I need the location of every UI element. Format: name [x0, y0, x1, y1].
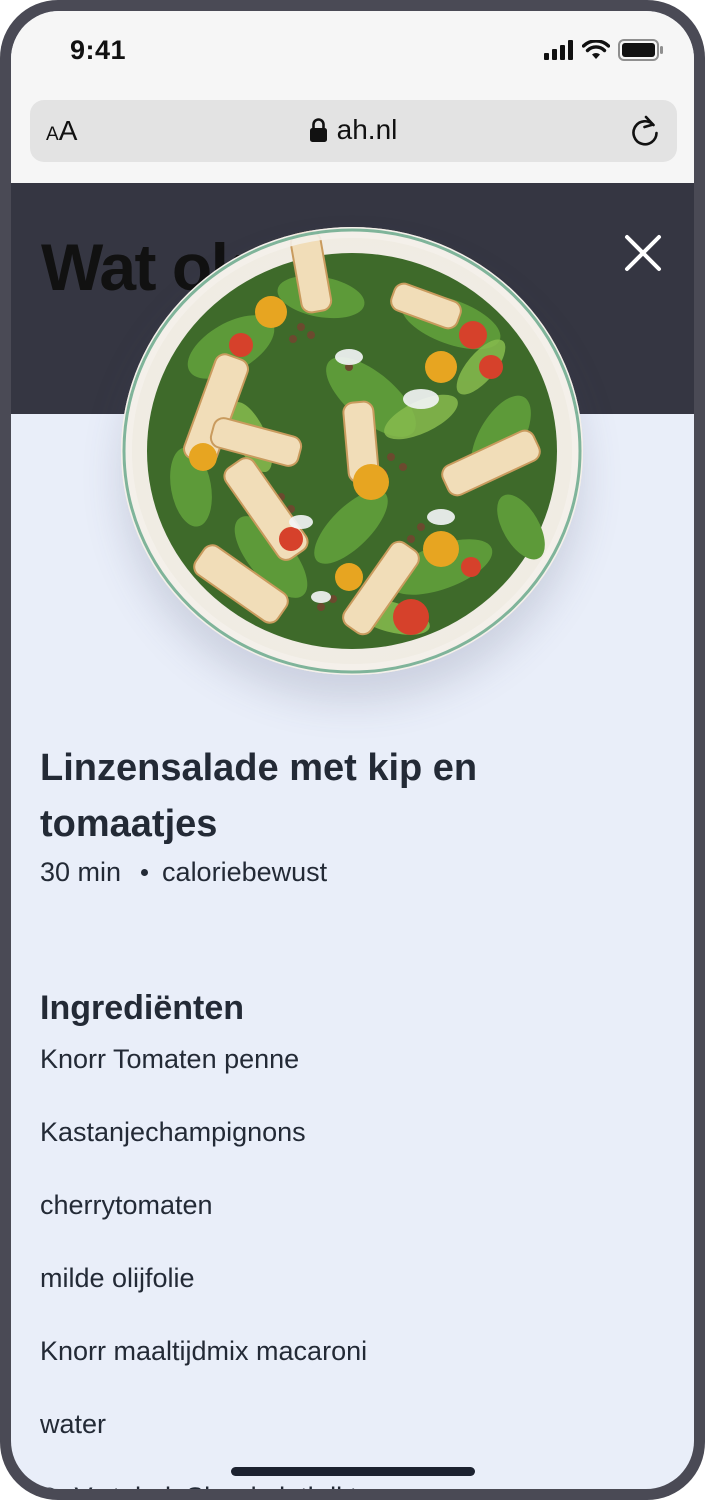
recipe-title: Linzensalade met kip en tomaatjes [40, 747, 478, 846]
separator-dot [141, 869, 149, 876]
ingredient-item: D. V. .t. h. l. Sh. .d. .l. th.ll.t. [40, 1477, 367, 1489]
ingredient-item: Kastanjechampignons [40, 1117, 306, 1147]
phone-frame: 9:41 AA ah.nl Wat ok Linzensalade met ki… [0, 0, 705, 1500]
recipe-image [121, 227, 583, 675]
close-icon[interactable] [621, 231, 665, 275]
status-bar: 9:41 [11, 11, 694, 97]
status-time: 9:41 [70, 35, 127, 65]
reload-icon[interactable] [629, 114, 661, 148]
recipe-meta: 30 min caloriebewust [40, 857, 327, 888]
ingredient-item: cherrytomaten [40, 1190, 213, 1220]
wifi-icon [582, 40, 610, 59]
browser-bar: AA ah.nl [11, 97, 694, 183]
ingredient-item: milde olijfolie [40, 1263, 195, 1293]
lock-icon [309, 118, 327, 142]
url-text: ah.nl [336, 114, 398, 145]
recipe-tag: caloriebewust [162, 857, 328, 887]
ingredient-item: Knorr maaltijdmix macaroni [40, 1336, 368, 1366]
status-icons [544, 39, 664, 61]
url-field[interactable]: ah.nl [30, 114, 677, 146]
screen: 9:41 AA ah.nl Wat ok Linzensalade met ki… [11, 11, 694, 1489]
address-bar[interactable]: AA ah.nl [30, 100, 677, 162]
ingredients-list: Knorr Tomaten penne Kastanjechampignons … [40, 1039, 367, 1489]
ingredient-item: Knorr Tomaten penne [40, 1044, 300, 1074]
signal-icon [544, 40, 573, 60]
ingredients-heading: Ingrediënten [40, 989, 245, 1028]
recipe-duration: 30 min [40, 857, 122, 887]
home-indicator[interactable] [231, 1467, 475, 1476]
battery-icon [618, 39, 663, 61]
